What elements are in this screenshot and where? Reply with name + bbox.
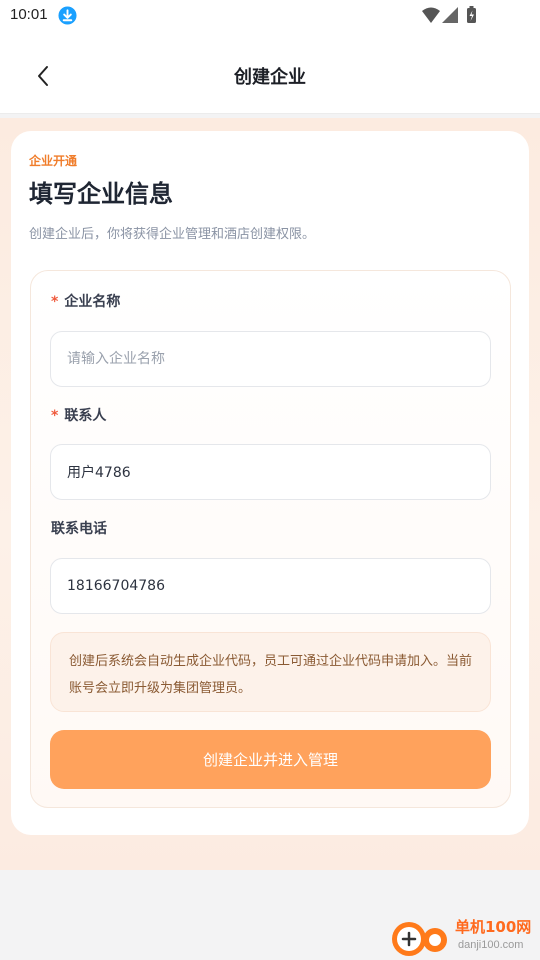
- wifi-icon: [422, 7, 440, 23]
- page-title: 创建企业: [234, 67, 306, 88]
- required-mark: *: [51, 408, 59, 424]
- company-name-input[interactable]: [50, 331, 491, 387]
- contact-label: * 联系人: [51, 405, 106, 425]
- status-bar: 10:01: [0, 0, 540, 32]
- contact-label-text: 联系人: [64, 408, 107, 424]
- phone-input[interactable]: [50, 558, 491, 614]
- form-subtitle: 创建企业后，你将获得企业管理和酒店创建权限。: [29, 227, 316, 242]
- notice-box: 创建后系统会自动生成企业代码，员工可通过企业代码申请加入。当前账号会立即升级为集…: [50, 632, 491, 712]
- create-company-button[interactable]: 创建企业并进入管理: [50, 730, 491, 789]
- form-title: 填写企业信息: [29, 180, 173, 208]
- phone-label: 联系电话: [51, 521, 107, 537]
- watermark-logo-icon: [392, 922, 447, 956]
- download-icon: [58, 6, 77, 25]
- battery-icon: [467, 6, 476, 23]
- watermark-site: danji100.com: [458, 939, 524, 951]
- contact-input[interactable]: [50, 444, 491, 500]
- required-mark: *: [51, 294, 59, 310]
- section-kicker: 企业开通: [29, 154, 78, 168]
- status-time: 10:01: [10, 6, 48, 23]
- company-name-label-text: 企业名称: [64, 294, 121, 310]
- app-header: 创建企业: [0, 32, 540, 114]
- status-icons: [422, 6, 476, 23]
- company-name-label: * 企业名称: [51, 291, 120, 311]
- signal-icon: [442, 7, 458, 23]
- watermark: 单机100网 danji100.com: [388, 914, 540, 960]
- watermark-brand: 单机100网: [455, 918, 532, 936]
